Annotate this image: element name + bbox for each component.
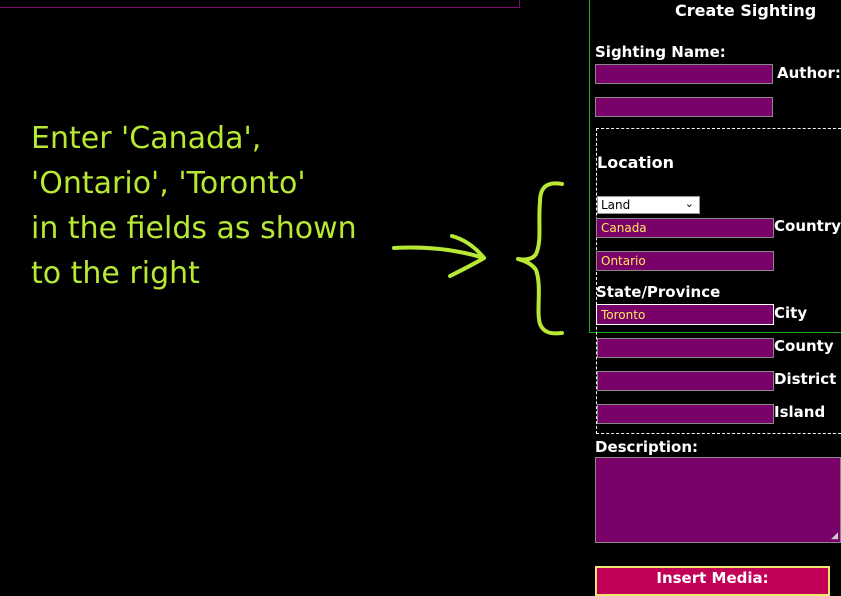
insert-media-button[interactable]: Insert Media:	[595, 566, 830, 596]
curly-brace	[516, 181, 564, 336]
description-textarea[interactable]: ◢	[595, 457, 841, 543]
instruction-line: to the right	[31, 256, 200, 291]
arrow-shaft	[392, 245, 486, 260]
island-input[interactable]	[597, 404, 774, 424]
island-label: Island	[774, 403, 826, 421]
author-input[interactable]	[595, 97, 773, 117]
instruction-line: 'Ontario', 'Toronto'	[31, 166, 306, 201]
description-label: Description:	[595, 438, 699, 456]
district-input[interactable]	[597, 371, 774, 391]
instruction-annotation: Enter 'Canada', 'Ontario', 'Toronto' in …	[31, 116, 391, 296]
chevron-down-icon: ⌄	[684, 197, 694, 210]
state-label: State/Province	[596, 283, 721, 301]
location-heading: Location	[597, 153, 674, 172]
instruction-line: Enter 'Canada',	[31, 121, 262, 156]
country-input[interactable]	[596, 218, 774, 238]
city-input[interactable]	[596, 304, 774, 325]
top-panel-border	[0, 0, 520, 8]
form-title: Create Sighting	[675, 1, 817, 20]
country-label: Country	[774, 217, 841, 235]
sighting-name-label: Sighting Name:	[595, 43, 726, 61]
instruction-line: in the fields as shown	[31, 211, 357, 246]
location-type-value: Land	[601, 198, 631, 212]
state-input[interactable]	[596, 251, 774, 271]
county-label: County	[774, 337, 834, 355]
city-label: City	[774, 304, 808, 322]
resize-handle-icon[interactable]: ◢	[831, 531, 838, 541]
author-label: Author:	[777, 64, 841, 82]
sighting-name-input[interactable]	[595, 64, 773, 84]
location-type-select[interactable]: Land ⌄	[597, 196, 700, 214]
district-label: District	[774, 370, 837, 388]
county-input[interactable]	[597, 338, 774, 358]
annotation-arrow-brace	[392, 181, 564, 336]
